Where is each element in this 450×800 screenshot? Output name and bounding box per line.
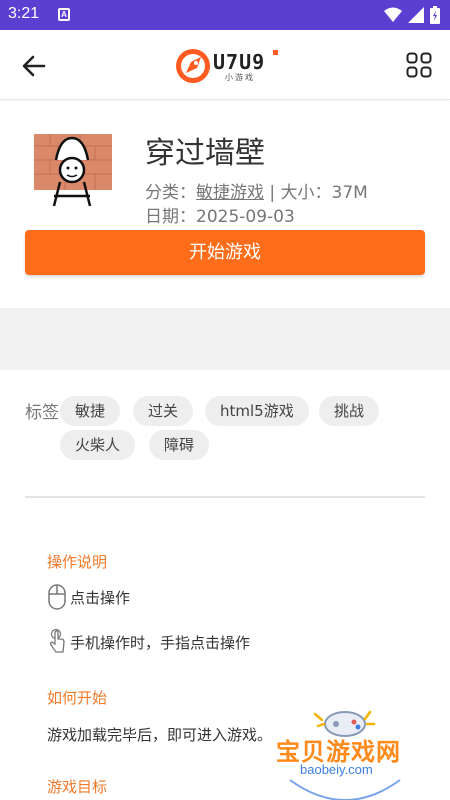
category-link[interactable]: 敏捷游戏 [196,183,264,203]
meta-separator: | [269,183,276,203]
game-title: 穿过墙壁 [145,136,265,171]
game-thumbnail [30,130,114,214]
grid-menu-icon[interactable] [406,52,432,78]
category-prefix: 分类： [145,183,196,203]
logo-brand: U7U9 [213,50,266,74]
controls-title: 操作说明 [47,553,108,571]
app-bar: U7U9 小游戏 [0,30,450,100]
game-goal-title: 游戏目标 [47,778,108,796]
how-to-start-text: 游戏加载完毕后，即可进入游戏。 [47,726,273,744]
tag-chip[interactable]: 挑战 [319,396,380,426]
size-prefix: 大小： [280,183,332,203]
tags-label: 标签 [25,403,59,423]
watermark-url: baobeiy.com [300,762,373,777]
divider [25,496,425,498]
back-arrow-icon[interactable] [20,52,48,80]
tag-chip[interactable]: html5游戏 [205,396,309,426]
tag-chip[interactable]: 过关 [133,396,194,426]
battery-icon [430,6,440,24]
rocket-logo-icon [176,49,210,83]
app-logo: U7U9 小游戏 [173,44,281,88]
logo-dot [273,50,278,55]
status-icons [384,6,440,24]
wifi-icon [384,7,402,22]
sim-icon: A [58,8,70,21]
tag-chip[interactable]: 敏捷 [60,396,121,426]
game-date: 日期：2025-09-03 [145,202,295,227]
date-prefix: 日期： [145,207,196,227]
mouse-icon [48,584,66,610]
signal-icon [408,7,424,23]
logo-subtitle: 小游戏 [225,73,255,82]
date-value: 2025-09-03 [196,207,295,227]
game-size: 37M [331,183,368,203]
ad-placeholder-band [0,308,450,370]
how-to-start-title: 如何开始 [47,689,108,707]
game-meta: 分类：敏捷游戏 | 大小：37M [145,178,368,203]
start-game-button[interactable]: 开始游戏 [25,230,425,275]
status-bar: 3:21 A [0,0,450,30]
tag-chip[interactable]: 障碍 [149,430,210,460]
touch-instruction: 手机操作时，手指点击操作 [70,634,251,652]
status-time: 3:21 [8,5,40,22]
finger-tap-icon [50,628,65,653]
tag-chip[interactable]: 火柴人 [60,430,136,460]
click-instruction: 点击操作 [70,589,131,607]
